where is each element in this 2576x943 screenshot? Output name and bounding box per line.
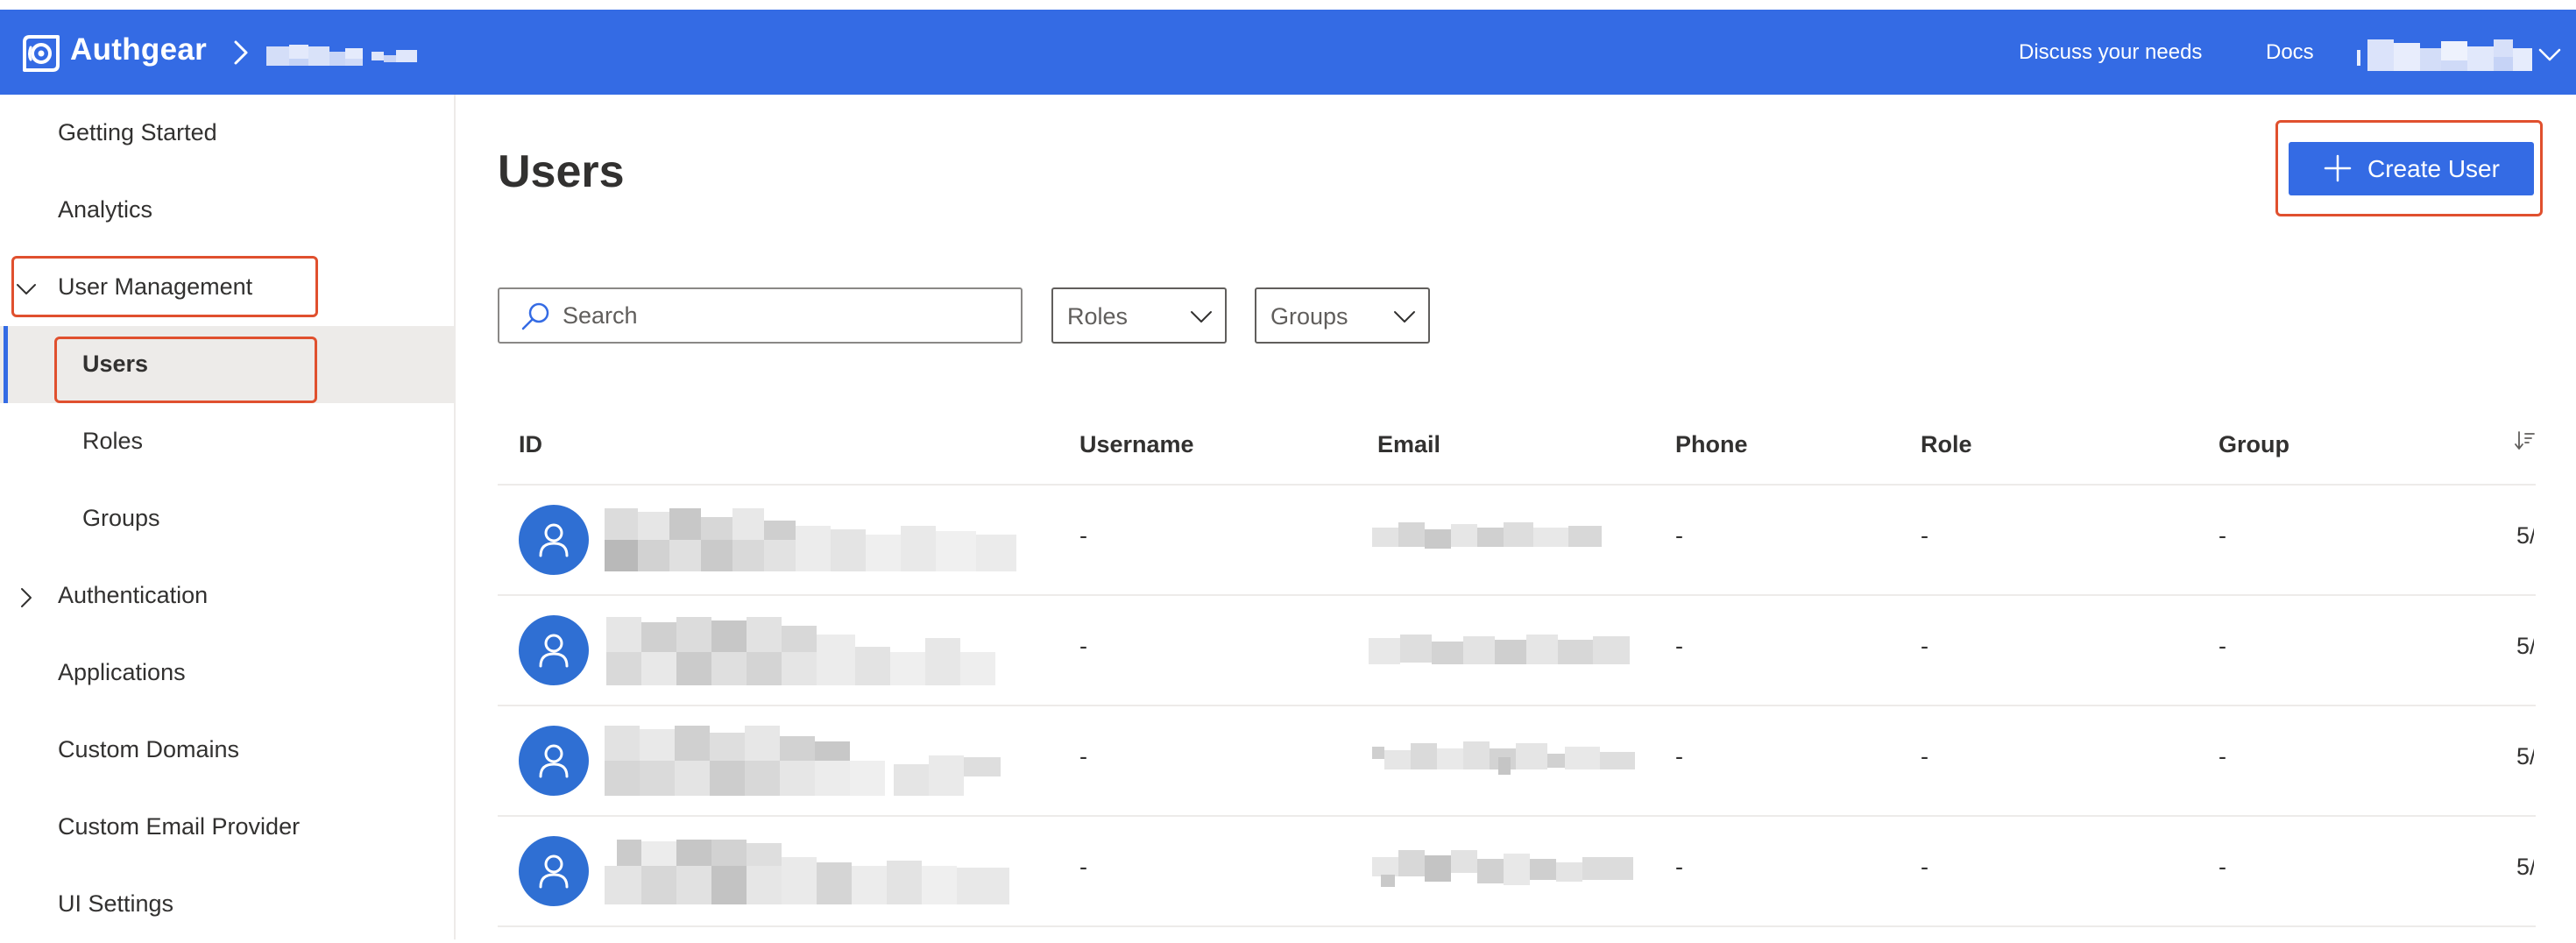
roles-filter-label: Roles	[1067, 303, 1129, 330]
phone-cell: -	[1675, 743, 1683, 769]
create-user-button[interactable]: Create User	[2289, 142, 2534, 195]
column-header-role[interactable]: Role	[1921, 431, 1972, 458]
group-cell: -	[2219, 633, 2226, 659]
user-id-redacted	[605, 840, 1009, 904]
last-login-cell: 5/	[2516, 633, 2534, 659]
group-cell: -	[2219, 743, 2226, 769]
breadcrumb-chevron-icon	[234, 40, 248, 65]
username-cell: -	[1079, 633, 1087, 659]
chevron-down-icon[interactable]	[2538, 48, 2561, 62]
plus-icon	[2324, 154, 2352, 182]
column-header-username[interactable]: Username	[1079, 431, 1194, 458]
sidebar-item-user-management[interactable]: User Management	[0, 249, 454, 326]
sidebar-item-analytics[interactable]: Analytics	[0, 172, 454, 249]
email-redacted	[1372, 850, 1633, 889]
sidebar-item-groups[interactable]: Groups	[0, 480, 454, 557]
group-cell: -	[2219, 854, 2226, 880]
username-cell: -	[1079, 854, 1087, 880]
sidebar-item-label: Authentication	[58, 582, 209, 608]
brand-name[interactable]: Authgear	[70, 32, 207, 67]
roles-filter-dropdown[interactable]: Roles	[1051, 287, 1227, 344]
table-row[interactable]: - - - - 5/	[498, 594, 2536, 706]
role-cell: -	[1921, 854, 1928, 880]
sidebar-item-label: User Management	[58, 273, 253, 300]
column-header-id[interactable]: ID	[519, 431, 542, 458]
sidebar-item-authentication[interactable]: Authentication	[0, 557, 454, 635]
search-input[interactable]	[563, 298, 1001, 333]
avatar	[519, 726, 589, 796]
user-id-redacted	[605, 508, 1016, 571]
phone-cell: -	[1675, 522, 1683, 549]
sidebar-item-label: Users	[82, 351, 149, 377]
user-icon	[539, 854, 569, 889]
project-name-redacted[interactable]	[266, 45, 417, 66]
sidebar-item-label: Getting Started	[58, 119, 217, 145]
sidebar-item-users[interactable]: Users	[0, 326, 454, 403]
search-icon	[521, 302, 549, 330]
sidebar-item-label: Applications	[58, 659, 186, 685]
top-navigation-bar: Authgear Discuss your needs Docs	[0, 10, 2576, 95]
sidebar-item-custom-domains[interactable]: Custom Domains	[0, 712, 454, 789]
create-user-button-label: Create User	[2367, 155, 2500, 182]
chevron-down-icon	[1394, 311, 1415, 323]
group-cell: -	[2219, 522, 2226, 549]
page-title: Users	[498, 146, 625, 197]
chevron-down-icon	[1191, 311, 1212, 323]
sidebar-item-ui-settings[interactable]: UI Settings	[0, 866, 454, 943]
groups-filter-dropdown[interactable]: Groups	[1255, 287, 1430, 344]
authgear-logo-icon[interactable]	[19, 33, 61, 74]
selection-indicator	[4, 326, 8, 403]
phone-cell: -	[1675, 633, 1683, 659]
sidebar-item-label: Custom Domains	[58, 736, 240, 762]
discuss-your-needs-link[interactable]: Discuss your needs	[2019, 40, 2202, 65]
role-cell: -	[1921, 522, 1928, 549]
column-header-group[interactable]: Group	[2219, 431, 2289, 458]
sidebar-navigation: Getting Started Analytics User Managemen…	[0, 95, 456, 939]
role-cell: -	[1921, 743, 1928, 769]
sidebar-item-label: UI Settings	[58, 890, 174, 917]
avatar	[519, 505, 589, 575]
sidebar-item-label: Groups	[82, 505, 160, 531]
chevron-right-icon	[21, 588, 32, 607]
users-table-header: ID Username Email Phone Role Group	[498, 412, 2536, 486]
table-row[interactable]: - - - - 5/	[498, 815, 2536, 927]
email-redacted	[1372, 522, 1602, 549]
docs-link[interactable]: Docs	[2266, 40, 2314, 65]
role-cell: -	[1921, 633, 1928, 659]
chevron-down-icon	[17, 284, 36, 294]
search-field[interactable]	[498, 287, 1023, 344]
sidebar-item-custom-email-provider[interactable]: Custom Email Provider	[0, 789, 454, 866]
user-icon	[539, 744, 569, 778]
sidebar-item-roles[interactable]: Roles	[0, 403, 454, 480]
last-login-cell: 5/	[2516, 854, 2534, 880]
email-redacted	[1372, 741, 1635, 776]
avatar	[519, 615, 589, 685]
email-redacted	[1369, 635, 1630, 666]
table-row[interactable]: - - - - 5/	[498, 705, 2536, 817]
groups-filter-label: Groups	[1270, 303, 1348, 330]
user-id-redacted	[605, 726, 1001, 796]
column-header-email[interactable]: Email	[1377, 431, 1440, 458]
sidebar-item-label: Custom Email Provider	[58, 813, 301, 840]
user-id-redacted	[606, 617, 995, 685]
avatar	[519, 836, 589, 906]
last-login-cell: 5/	[2516, 522, 2534, 549]
user-icon	[539, 634, 569, 668]
table-row[interactable]: - - - - 5/	[498, 484, 2536, 596]
top-strip	[0, 0, 2576, 10]
last-login-cell: 5/	[2516, 743, 2534, 769]
sort-descending-icon[interactable]	[2515, 430, 2536, 451]
user-icon	[539, 523, 569, 557]
phone-cell: -	[1675, 854, 1683, 880]
sidebar-item-label: Analytics	[58, 196, 153, 223]
username-cell: -	[1079, 743, 1087, 769]
username-cell: -	[1079, 522, 1087, 549]
sidebar-item-label: Roles	[82, 428, 144, 454]
column-header-phone[interactable]: Phone	[1675, 431, 1748, 458]
account-menu-redacted[interactable]	[2357, 39, 2532, 71]
sidebar-item-getting-started[interactable]: Getting Started	[0, 95, 454, 172]
sidebar-item-applications[interactable]: Applications	[0, 635, 454, 712]
